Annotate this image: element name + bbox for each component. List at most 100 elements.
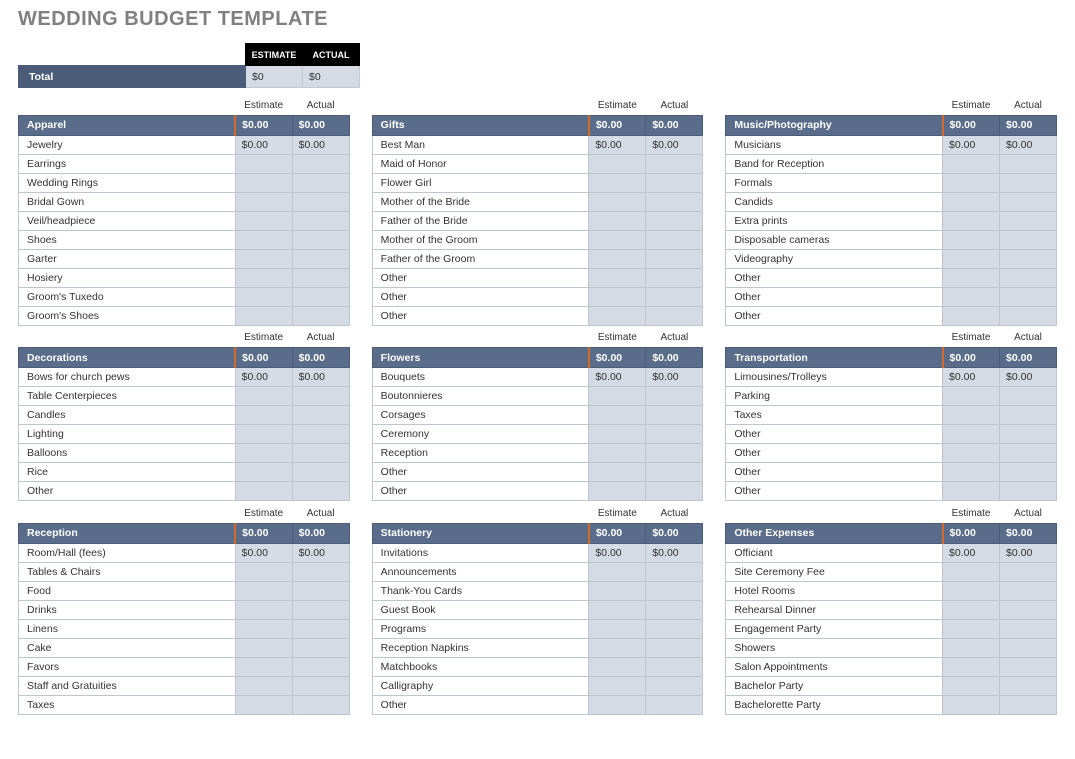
item-actual-cell[interactable]	[646, 581, 703, 600]
item-actual-cell[interactable]	[292, 676, 349, 695]
item-estimate-cell[interactable]	[943, 306, 1000, 325]
item-estimate-cell[interactable]	[235, 406, 292, 425]
item-actual-cell[interactable]	[1000, 173, 1057, 192]
item-actual-cell[interactable]	[646, 192, 703, 211]
item-estimate-cell[interactable]	[943, 463, 1000, 482]
item-estimate-cell[interactable]	[589, 287, 646, 306]
item-estimate-cell[interactable]	[235, 154, 292, 173]
item-actual-cell[interactable]	[1000, 619, 1057, 638]
item-actual-cell[interactable]	[292, 192, 349, 211]
item-estimate-cell[interactable]	[943, 211, 1000, 230]
item-estimate-cell[interactable]: $0.00	[943, 543, 1000, 562]
item-estimate-cell[interactable]	[589, 562, 646, 581]
item-estimate-cell[interactable]	[589, 249, 646, 268]
item-actual-cell[interactable]: $0.00	[1000, 135, 1057, 154]
item-actual-cell[interactable]	[292, 619, 349, 638]
item-actual-cell[interactable]	[646, 619, 703, 638]
item-actual-cell[interactable]: $0.00	[292, 135, 349, 154]
item-actual-cell[interactable]	[1000, 463, 1057, 482]
item-estimate-cell[interactable]	[589, 657, 646, 676]
item-actual-cell[interactable]	[292, 695, 349, 714]
item-actual-cell[interactable]	[1000, 306, 1057, 325]
item-actual-cell[interactable]: $0.00	[292, 543, 349, 562]
item-actual-cell[interactable]	[646, 287, 703, 306]
item-actual-cell[interactable]	[646, 444, 703, 463]
item-actual-cell[interactable]: $0.00	[646, 135, 703, 154]
item-actual-cell[interactable]	[1000, 600, 1057, 619]
item-actual-cell[interactable]	[646, 657, 703, 676]
item-actual-cell[interactable]	[292, 406, 349, 425]
item-estimate-cell[interactable]	[943, 287, 1000, 306]
item-actual-cell[interactable]	[1000, 230, 1057, 249]
item-estimate-cell[interactable]: $0.00	[943, 368, 1000, 387]
item-actual-cell[interactable]	[292, 638, 349, 657]
item-estimate-cell[interactable]	[943, 387, 1000, 406]
item-estimate-cell[interactable]	[235, 463, 292, 482]
item-estimate-cell[interactable]	[943, 230, 1000, 249]
item-estimate-cell[interactable]	[235, 306, 292, 325]
item-actual-cell[interactable]	[646, 268, 703, 287]
item-estimate-cell[interactable]: $0.00	[589, 135, 646, 154]
item-estimate-cell[interactable]	[235, 657, 292, 676]
item-actual-cell[interactable]	[292, 600, 349, 619]
item-estimate-cell[interactable]	[943, 406, 1000, 425]
item-actual-cell[interactable]	[292, 173, 349, 192]
item-estimate-cell[interactable]	[589, 600, 646, 619]
item-estimate-cell[interactable]: $0.00	[235, 543, 292, 562]
item-actual-cell[interactable]	[292, 387, 349, 406]
item-estimate-cell[interactable]	[943, 676, 1000, 695]
item-estimate-cell[interactable]	[589, 638, 646, 657]
item-estimate-cell[interactable]	[235, 230, 292, 249]
item-estimate-cell[interactable]	[943, 581, 1000, 600]
item-actual-cell[interactable]	[292, 306, 349, 325]
item-estimate-cell[interactable]	[589, 192, 646, 211]
item-estimate-cell[interactable]	[235, 425, 292, 444]
item-actual-cell[interactable]	[1000, 638, 1057, 657]
item-estimate-cell[interactable]	[943, 482, 1000, 501]
item-estimate-cell[interactable]	[235, 676, 292, 695]
item-actual-cell[interactable]: $0.00	[1000, 368, 1057, 387]
item-actual-cell[interactable]	[646, 482, 703, 501]
item-estimate-cell[interactable]	[235, 249, 292, 268]
item-actual-cell[interactable]	[646, 230, 703, 249]
item-estimate-cell[interactable]: $0.00	[235, 368, 292, 387]
item-actual-cell[interactable]	[292, 444, 349, 463]
item-actual-cell[interactable]	[292, 562, 349, 581]
item-actual-cell[interactable]: $0.00	[646, 543, 703, 562]
item-estimate-cell[interactable]	[943, 154, 1000, 173]
item-estimate-cell[interactable]	[589, 406, 646, 425]
item-estimate-cell[interactable]	[235, 173, 292, 192]
item-actual-cell[interactable]	[1000, 154, 1057, 173]
item-estimate-cell[interactable]	[235, 268, 292, 287]
item-actual-cell[interactable]	[292, 268, 349, 287]
item-estimate-cell[interactable]: $0.00	[235, 135, 292, 154]
item-actual-cell[interactable]	[1000, 444, 1057, 463]
item-actual-cell[interactable]	[1000, 657, 1057, 676]
item-actual-cell[interactable]	[1000, 211, 1057, 230]
item-estimate-cell[interactable]	[235, 211, 292, 230]
item-estimate-cell[interactable]: $0.00	[943, 135, 1000, 154]
item-estimate-cell[interactable]: $0.00	[589, 543, 646, 562]
item-estimate-cell[interactable]	[235, 482, 292, 501]
item-estimate-cell[interactable]	[589, 387, 646, 406]
item-estimate-cell[interactable]	[589, 211, 646, 230]
item-actual-cell[interactable]	[646, 600, 703, 619]
item-estimate-cell[interactable]	[589, 306, 646, 325]
item-actual-cell[interactable]	[292, 425, 349, 444]
item-actual-cell[interactable]	[646, 463, 703, 482]
item-estimate-cell[interactable]	[235, 562, 292, 581]
item-actual-cell[interactable]	[646, 638, 703, 657]
item-actual-cell[interactable]	[1000, 192, 1057, 211]
item-actual-cell[interactable]	[292, 230, 349, 249]
item-actual-cell[interactable]	[1000, 482, 1057, 501]
item-estimate-cell[interactable]	[589, 444, 646, 463]
item-actual-cell[interactable]	[646, 387, 703, 406]
item-actual-cell[interactable]	[646, 406, 703, 425]
item-actual-cell[interactable]	[1000, 387, 1057, 406]
item-estimate-cell[interactable]	[943, 657, 1000, 676]
item-actual-cell[interactable]	[646, 154, 703, 173]
item-actual-cell[interactable]	[1000, 249, 1057, 268]
item-estimate-cell[interactable]	[589, 619, 646, 638]
item-estimate-cell[interactable]	[943, 192, 1000, 211]
item-estimate-cell[interactable]	[235, 387, 292, 406]
